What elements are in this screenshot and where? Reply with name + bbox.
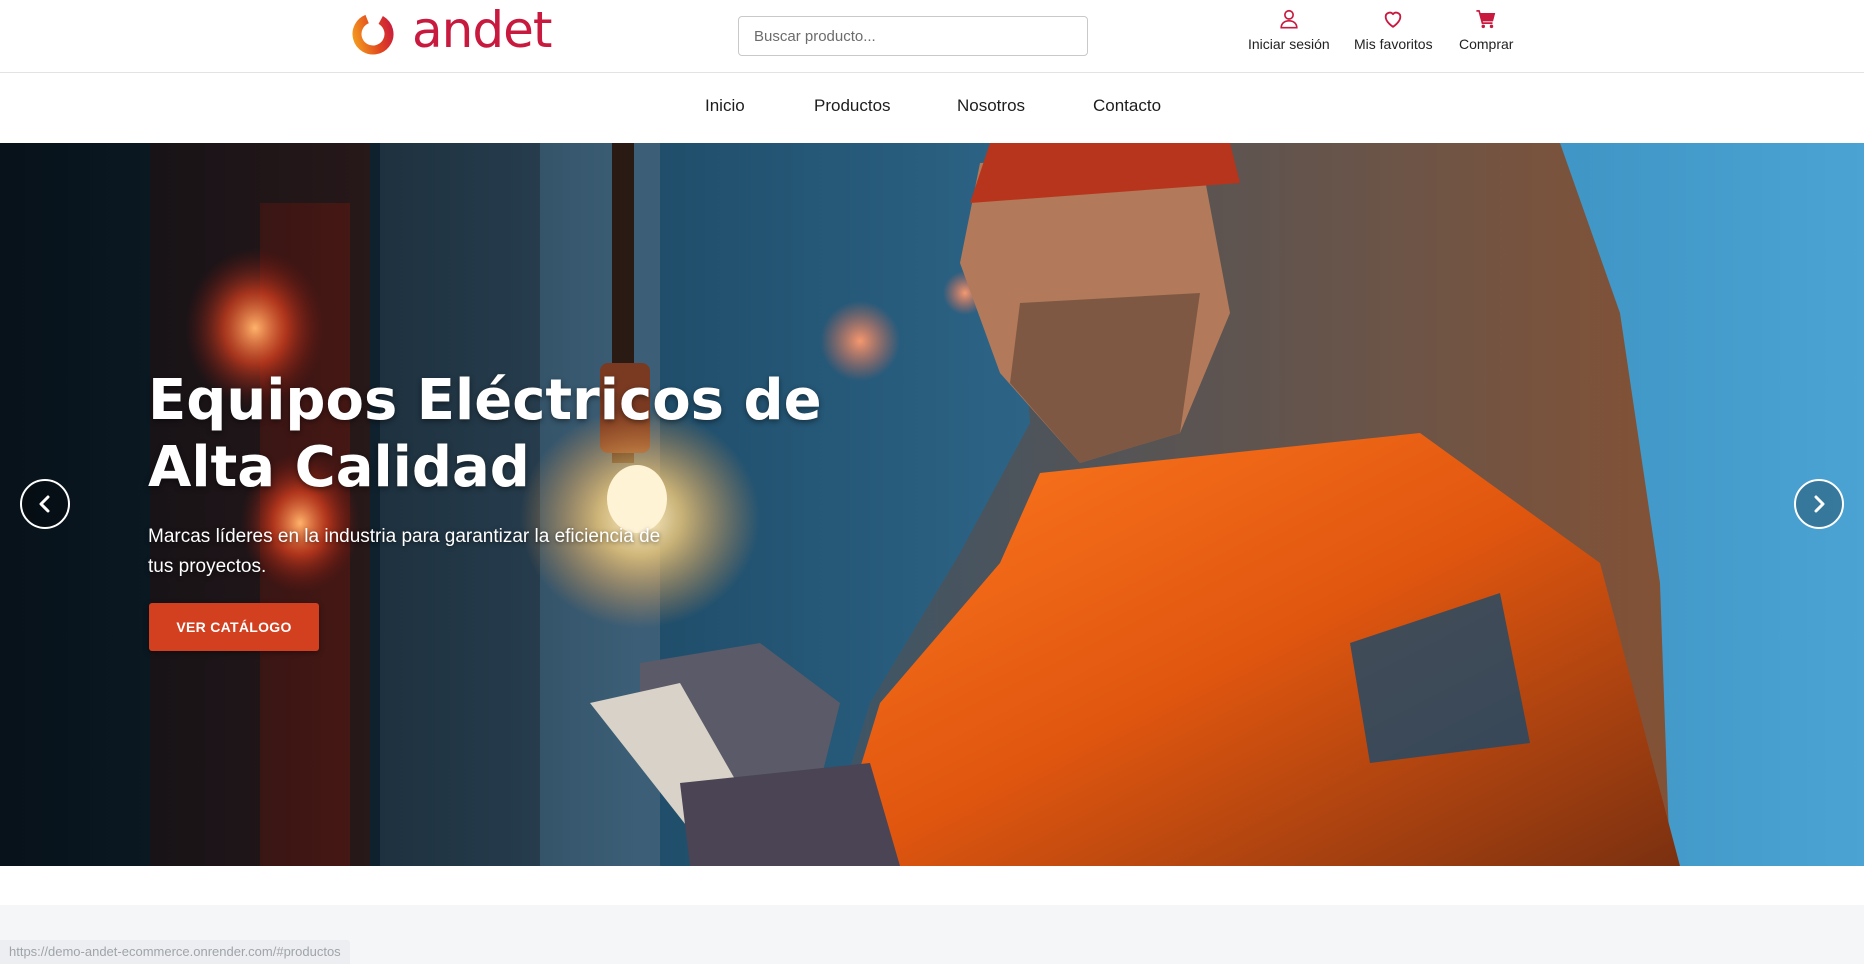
chevron-left-icon <box>39 495 50 513</box>
hero-carousel: Equipos Eléctricos de Alta Calidad Marca… <box>0 143 1864 866</box>
search-input[interactable] <box>738 16 1088 56</box>
cart-button[interactable]: Comprar <box>1459 8 1513 52</box>
brand-name: andet <box>412 1 552 59</box>
nav-item-contacto[interactable]: Contacto <box>1093 96 1161 116</box>
logo-ring-icon <box>352 13 394 55</box>
nav-item-inicio[interactable]: Inicio <box>705 96 745 116</box>
favorites-button[interactable]: Mis favoritos <box>1354 8 1433 52</box>
heart-icon <box>1385 11 1402 28</box>
hero-spacer <box>0 866 1864 905</box>
user-icon <box>1280 9 1298 29</box>
cart-icon <box>1476 10 1496 29</box>
main-nav: Inicio Productos Nosotros Contacto <box>0 74 1864 143</box>
hero-title: Equipos Eléctricos de Alta Calidad <box>148 368 822 500</box>
cart-label: Comprar <box>1459 36 1514 52</box>
nav-item-nosotros[interactable]: Nosotros <box>957 96 1025 116</box>
view-catalog-button[interactable]: VER CATÁLOGO <box>149 603 319 651</box>
chevron-right-icon <box>1814 495 1825 513</box>
nav-item-productos[interactable]: Productos <box>814 96 891 116</box>
favorites-label: Mis favoritos <box>1354 36 1433 52</box>
login-button[interactable]: Iniciar sesión <box>1248 8 1330 52</box>
hero-background-image <box>0 143 1680 866</box>
brand-logo[interactable]: andet <box>350 5 580 58</box>
carousel-prev-button[interactable] <box>20 479 70 529</box>
login-label: Iniciar sesión <box>1248 36 1330 52</box>
status-bar-url: https://demo-andet-ecommerce.onrender.co… <box>0 940 350 964</box>
carousel-next-button[interactable] <box>1794 479 1844 529</box>
top-header: andet Iniciar sesión Mis favoritos <box>0 0 1864 73</box>
hero-subtitle: Marcas líderes en la industria para gara… <box>148 526 661 577</box>
